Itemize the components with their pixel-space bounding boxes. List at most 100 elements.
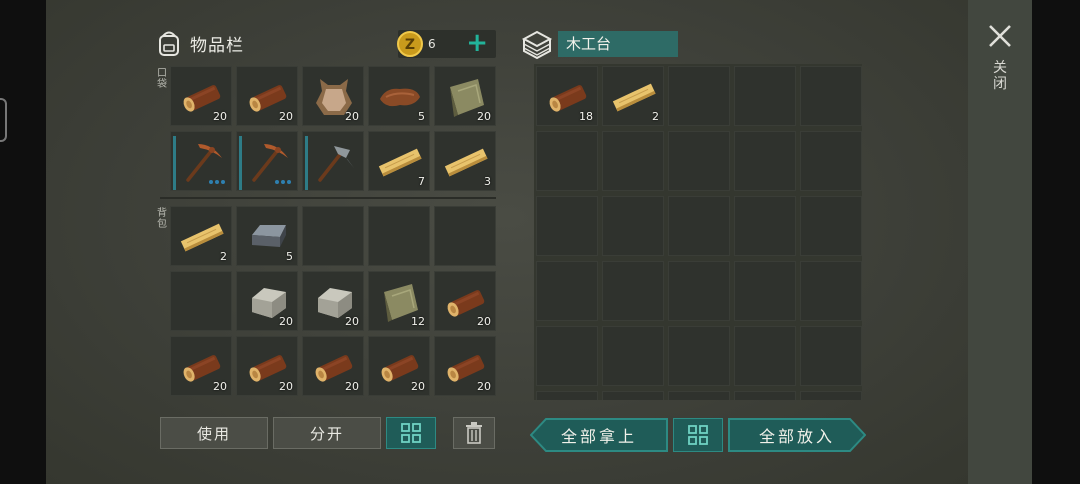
item-count: 2	[220, 250, 227, 263]
bench-slot[interactable]	[536, 131, 598, 191]
bench-slot[interactable]	[602, 196, 664, 256]
quality-dots	[209, 180, 225, 184]
bench-slot[interactable]	[602, 326, 664, 386]
device-notch	[0, 98, 7, 142]
workbench-icon	[521, 30, 553, 60]
item-count: 7	[418, 175, 425, 188]
item-count: 12	[411, 315, 425, 328]
bench-slot[interactable]	[602, 261, 664, 321]
section-divider	[160, 197, 496, 199]
item-count: 20	[411, 380, 425, 393]
plank-icon	[610, 73, 658, 121]
close-icon[interactable]	[986, 22, 1014, 50]
item-count: 20	[279, 315, 293, 328]
bench-slot[interactable]	[734, 391, 796, 400]
bench-header: 木工台	[520, 26, 678, 62]
sort-inventory-button[interactable]	[386, 417, 436, 449]
use-button[interactable]: 使用	[160, 417, 268, 449]
backpack-slot[interactable]	[368, 206, 430, 266]
bench-slot[interactable]	[800, 391, 862, 400]
bench-slot[interactable]	[668, 131, 730, 191]
item-count: 18	[579, 110, 593, 123]
pocket-slot[interactable]	[302, 131, 364, 191]
pocket-slot[interactable]: 3	[434, 131, 496, 191]
backpack-icon	[159, 31, 179, 56]
bench-slot[interactable]	[734, 66, 796, 126]
bench-slot[interactable]	[800, 326, 862, 386]
pocket-slot[interactable]: 20	[302, 66, 364, 126]
bench-slot[interactable]	[800, 66, 862, 126]
bench-slot[interactable]	[800, 196, 862, 256]
pocket-slot[interactable]	[170, 131, 232, 191]
trash-icon	[466, 422, 482, 444]
backpack-slot[interactable]	[170, 271, 232, 331]
bench-slot[interactable]	[734, 326, 796, 386]
bench-slot[interactable]	[734, 196, 796, 256]
pocket-slot[interactable]: 20	[170, 66, 232, 126]
pocket-slot[interactable]: 7	[368, 131, 430, 191]
backpack-slot[interactable]: 20	[236, 336, 298, 396]
bench-title: 木工台	[558, 31, 678, 57]
bench-slot[interactable]	[668, 196, 730, 256]
pocket-label: 口袋	[157, 68, 167, 90]
take-all-button[interactable]: 全部拿上	[529, 418, 668, 452]
backpack-slot[interactable]: 20	[434, 271, 496, 331]
bench-slot[interactable]	[734, 131, 796, 191]
backpack-slot[interactable]: 5	[236, 206, 298, 266]
coin-counter: Z 6 +	[397, 30, 496, 58]
device-bezel-left	[0, 0, 46, 484]
quality-dots	[275, 180, 291, 184]
pocket-slot[interactable]: 20	[236, 66, 298, 126]
sort-bench-button[interactable]	[673, 418, 723, 452]
backpack-slot[interactable]: 20	[302, 271, 364, 331]
item-count: 20	[477, 315, 491, 328]
plank-icon	[376, 138, 424, 186]
svg-text:Z: Z	[405, 37, 415, 53]
bench-slot[interactable]	[734, 261, 796, 321]
item-count: 20	[213, 110, 227, 123]
item-count: 20	[345, 315, 359, 328]
bench-slot[interactable]	[536, 261, 598, 321]
coin-icon: Z	[397, 31, 423, 57]
iron-ingot-icon	[244, 213, 292, 261]
bench-slot[interactable]	[668, 326, 730, 386]
split-button[interactable]: 分开	[273, 417, 381, 449]
pocket-slot[interactable]: 20	[434, 66, 496, 126]
inventory-title: 物品栏	[190, 35, 244, 56]
bench-slot[interactable]	[536, 326, 598, 386]
bench-slot[interactable]	[602, 131, 664, 191]
put-all-button[interactable]: 全部放入	[728, 418, 867, 452]
backpack-slot[interactable]: 20	[434, 336, 496, 396]
pocket-slot[interactable]	[236, 131, 298, 191]
bench-slot[interactable]	[668, 261, 730, 321]
backpack-slot[interactable]: 20	[368, 336, 430, 396]
plank-icon	[442, 138, 490, 186]
item-count: 20	[477, 110, 491, 123]
backpack-slot[interactable]: 20	[302, 336, 364, 396]
bench-slot[interactable]: 18	[536, 66, 598, 126]
bench-slot[interactable]	[668, 66, 730, 126]
bench-slot[interactable]: 2	[602, 66, 664, 126]
bench-slot[interactable]	[668, 391, 730, 400]
durability-bar	[239, 136, 242, 190]
bench-slot[interactable]	[602, 391, 664, 400]
backpack-slot[interactable]: 20	[236, 271, 298, 331]
backpack-label: 背包	[157, 208, 167, 230]
trash-button[interactable]	[453, 417, 495, 449]
bench-slot[interactable]	[536, 196, 598, 256]
backpack-slot[interactable]: 12	[368, 271, 430, 331]
durability-bar	[305, 136, 308, 190]
bench-slot[interactable]	[800, 131, 862, 191]
close-label[interactable]: 关闭	[992, 60, 1008, 92]
add-coins-button[interactable]: +	[466, 30, 488, 56]
grid-sort-icon	[688, 425, 708, 445]
backpack-slot[interactable]: 20	[170, 336, 232, 396]
put-all-label: 全部放入	[758, 427, 835, 446]
bench-slot[interactable]	[536, 391, 598, 400]
backpack-slot[interactable]	[302, 206, 364, 266]
item-count: 2	[652, 110, 659, 123]
pocket-slot[interactable]: 5	[368, 66, 430, 126]
backpack-slot[interactable]: 2	[170, 206, 232, 266]
bench-slot[interactable]	[800, 261, 862, 321]
backpack-slot[interactable]	[434, 206, 496, 266]
